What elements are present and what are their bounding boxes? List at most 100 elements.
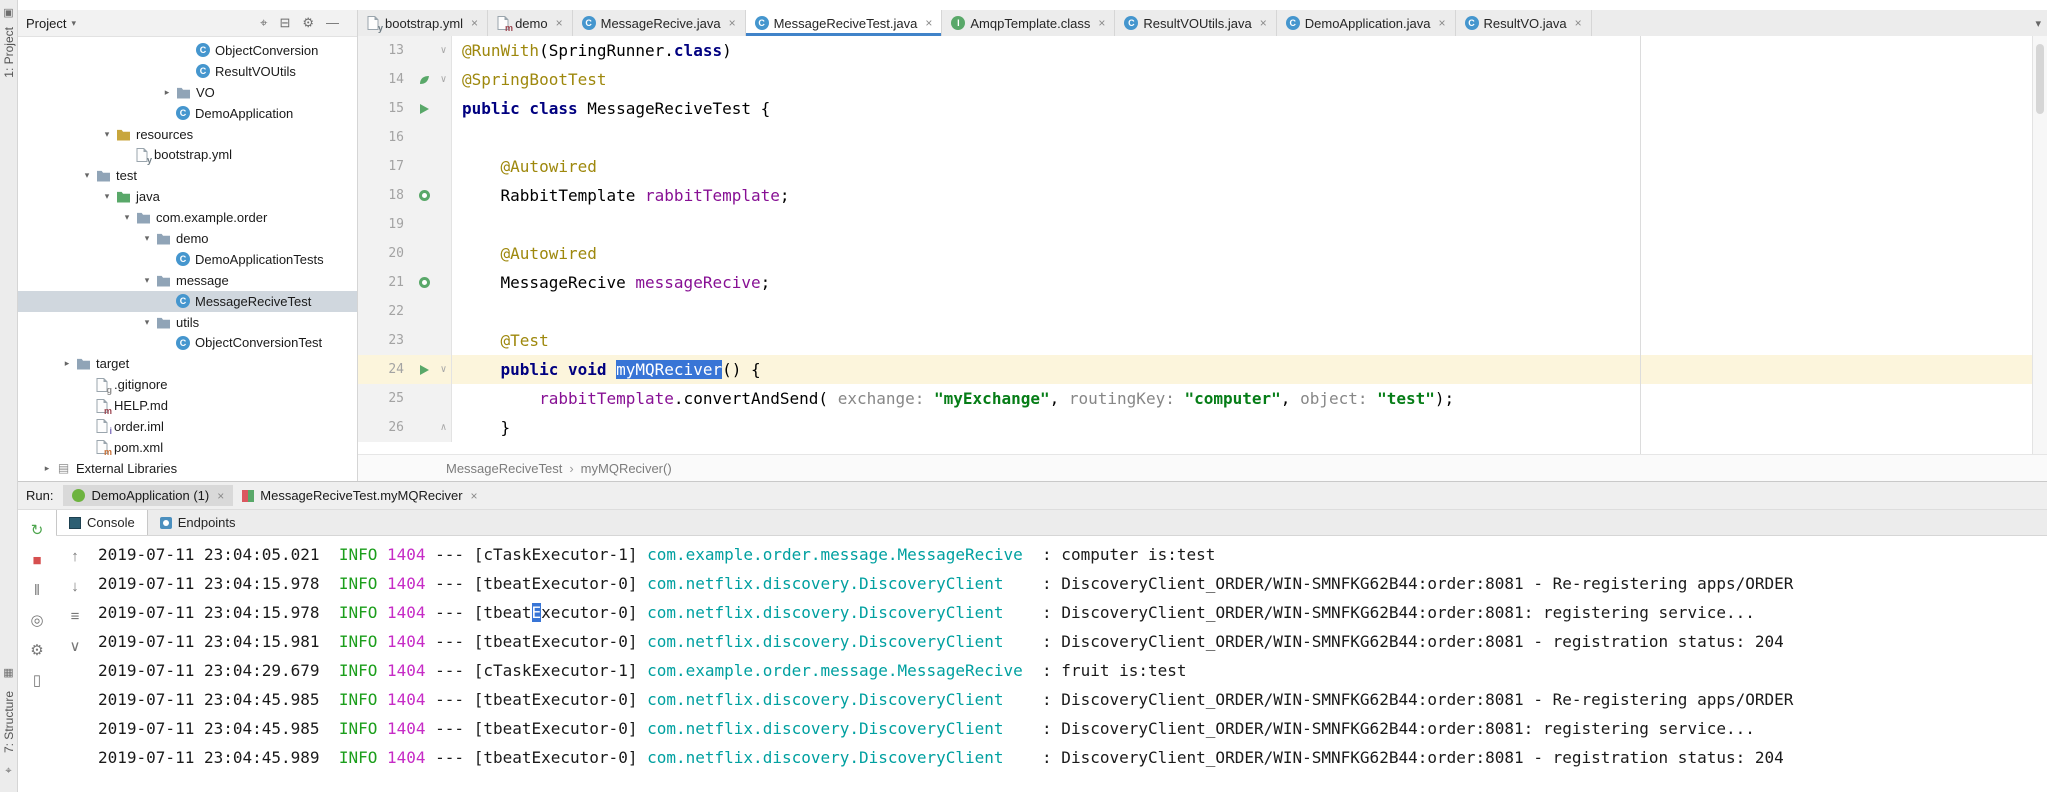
tree-item-demo[interactable]: ▾ demo xyxy=(18,228,357,249)
scrollbar-thumb[interactable] xyxy=(2036,44,2044,114)
close-icon[interactable]: × xyxy=(1260,16,1267,30)
code-line-17[interactable]: 17 @Autowired xyxy=(358,152,2033,181)
settings-gear-icon[interactable]: ⚙ xyxy=(30,635,43,665)
tree-item-help-md[interactable]: m HELP.md xyxy=(18,395,357,416)
tool-window-icon[interactable]: ▣ xyxy=(3,6,13,19)
editor-tab-messagerecivetest-java[interactable]: C MessageReciveTest.java × xyxy=(745,10,943,36)
tree-item-gitignore[interactable]: g .gitignore xyxy=(18,374,357,395)
up-stack-icon[interactable]: ↑ xyxy=(71,541,79,571)
tree-item-objectconversion[interactable]: C ObjectConversion xyxy=(18,40,357,61)
code-line-15[interactable]: 15 public class MessageReciveTest { xyxy=(358,94,2033,123)
editor-tab-resultvo-java[interactable]: C ResultVO.java × xyxy=(1455,10,1592,36)
tree-chevron-icon[interactable]: ▸ xyxy=(38,463,56,474)
scroll-to-end-icon[interactable]: ∨ xyxy=(70,631,81,661)
tree-item-utils[interactable]: ▾ utils xyxy=(18,312,357,333)
tree-chevron-icon[interactable]: ▾ xyxy=(98,191,116,202)
code-editor[interactable]: 13 ∨ @RunWith(SpringRunner.class) 14 ∨ @Sprin… xyxy=(358,36,2033,455)
bean-gutter-icon[interactable] xyxy=(412,181,436,210)
tree-item-resources[interactable]: ▾ resources xyxy=(18,124,357,145)
code-line-22[interactable]: 22 xyxy=(358,297,2033,326)
breadcrumb-method[interactable]: myMQReciver() xyxy=(581,461,672,476)
editor-tab-messagerecive-java[interactable]: C MessageRecive.java × xyxy=(572,10,746,36)
code-line-20[interactable]: 20 @Autowired xyxy=(358,239,2033,268)
close-icon[interactable]: × xyxy=(471,489,478,503)
fold-icon[interactable]: ∨ xyxy=(436,65,452,94)
close-icon[interactable]: × xyxy=(925,16,932,30)
code-line-19[interactable]: 19 xyxy=(358,210,2033,239)
tree-item-pom-xml[interactable]: m pom.xml xyxy=(18,437,357,458)
tree-chevron-icon[interactable]: ▾ xyxy=(138,317,156,328)
hide-panel-icon[interactable]: — xyxy=(326,15,339,31)
close-icon[interactable]: × xyxy=(1098,16,1105,30)
close-icon[interactable]: × xyxy=(1575,16,1582,30)
run-tab-messagerecivetest-mymqreciver[interactable]: MessageReciveTest.myMQReciver × xyxy=(233,485,486,506)
run-tab-demoapplication-1[interactable]: DemoApplication (1) × xyxy=(63,485,234,506)
fold-icon[interactable]: ∨ xyxy=(436,36,452,65)
code-line-13[interactable]: 13 ∨ @RunWith(SpringRunner.class) xyxy=(358,36,2033,65)
code-line-25[interactable]: 25 rabbitTemplate.convertAndSend( exchan… xyxy=(358,384,2033,413)
run-icon[interactable] xyxy=(419,103,429,114)
code-line-21[interactable]: 21 MessageRecive messageRecive; xyxy=(358,268,2033,297)
hidden-tabs-icon[interactable]: ▾ xyxy=(2035,10,2041,36)
code-line-26[interactable]: 26 ∧ } xyxy=(358,413,2033,442)
editor-tab-amqptemplate-class[interactable]: I AmqpTemplate.class × xyxy=(942,10,1116,36)
grid-icon[interactable]: ▦ xyxy=(3,666,13,679)
editor-tab-resultvoutils-java[interactable]: C ResultVOUtils.java × xyxy=(1115,10,1277,36)
tree-item-objectconversiontest[interactable]: C ObjectConversionTest xyxy=(18,332,357,353)
collapse-all-icon[interactable]: ⊟ xyxy=(279,15,290,31)
tree-item-test[interactable]: ▾ test xyxy=(18,165,357,186)
view-tab-endpoints[interactable]: Endpoints xyxy=(148,510,248,535)
locate-file-icon[interactable]: ⌖ xyxy=(260,15,267,31)
leaf-gutter-icon[interactable] xyxy=(412,65,436,94)
editor-tab-demo[interactable]: m demo × xyxy=(488,10,573,36)
run-gutter-icon[interactable] xyxy=(412,355,436,384)
tree-item-external-libraries[interactable]: ▸ ▤ External Libraries xyxy=(18,458,357,479)
tree-item-demoapplicationtests[interactable]: C DemoApplicationTests xyxy=(18,249,357,270)
tree-item-com-example-order[interactable]: ▾ com.example.order xyxy=(18,207,357,228)
fold-icon[interactable]: ∧ xyxy=(436,413,452,442)
tree-item-target[interactable]: ▸ target xyxy=(18,353,357,374)
settings-gear-icon[interactable]: ⚙ xyxy=(302,15,314,31)
pause-output-icon[interactable]: ‖ xyxy=(34,575,40,605)
tree-chevron-icon[interactable]: ▸ xyxy=(158,87,176,98)
editor-tab-bootstrap-yml[interactable]: y bootstrap.yml × xyxy=(358,10,489,36)
spring-bean-icon[interactable] xyxy=(418,190,430,201)
tree-item-demoapplication[interactable]: C DemoApplication xyxy=(18,103,357,124)
run-icon[interactable] xyxy=(419,364,429,375)
spring-bean-icon[interactable] xyxy=(418,277,430,288)
code-line-16[interactable]: 16 xyxy=(358,123,2033,152)
tree-item-messagerecivetest[interactable]: C MessageReciveTest xyxy=(18,290,357,312)
view-tab-console[interactable]: Console xyxy=(56,510,148,535)
tree-chevron-icon[interactable]: ▾ xyxy=(118,212,136,223)
tree-chevron-icon[interactable]: ▾ xyxy=(138,233,156,244)
console-output[interactable]: 2019-07-11 23:04:05.021 INFO 1404 --- [c… xyxy=(94,536,2047,792)
pin-icon[interactable]: ⌖ xyxy=(5,765,11,778)
stop-icon[interactable]: ■ xyxy=(32,545,41,575)
code-line-18[interactable]: 18 RabbitTemplate rabbitTemplate; xyxy=(358,181,2033,210)
editor-tab-demoapplication-java[interactable]: C DemoApplication.java × xyxy=(1276,10,1456,36)
fold-icon[interactable]: ∨ xyxy=(436,355,452,384)
trash-gc-icon[interactable]: ▯ xyxy=(33,665,41,695)
run-gutter-icon[interactable] xyxy=(412,94,436,123)
chevron-down-icon[interactable]: ▾ xyxy=(71,18,76,29)
breadcrumb-class[interactable]: MessageReciveTest xyxy=(446,461,562,476)
close-icon[interactable]: × xyxy=(217,489,224,503)
close-icon[interactable]: × xyxy=(729,16,736,30)
close-icon[interactable]: × xyxy=(1438,16,1445,30)
tree-chevron-icon[interactable]: ▾ xyxy=(138,275,156,286)
tree-item-java[interactable]: ▾ java xyxy=(18,186,357,207)
code-line-14[interactable]: 14 ∨ @SpringBootTest xyxy=(358,65,2033,94)
spring-leaf-icon[interactable] xyxy=(418,74,430,86)
tree-item-vo[interactable]: ▸ VO xyxy=(18,82,357,103)
close-icon[interactable]: × xyxy=(556,16,563,30)
tree-chevron-icon[interactable]: ▾ xyxy=(78,170,96,181)
editor-scrollbar[interactable] xyxy=(2032,36,2047,455)
tree-chevron-icon[interactable]: ▾ xyxy=(98,129,116,140)
close-icon[interactable]: × xyxy=(471,16,478,30)
down-stack-icon[interactable]: ↓ xyxy=(71,571,79,601)
bean-gutter-icon[interactable] xyxy=(412,268,436,297)
activity-bar-project-button[interactable]: 1: Project xyxy=(2,27,16,78)
tree-item-message[interactable]: ▾ message xyxy=(18,270,357,291)
code-line-23[interactable]: 23 @Test xyxy=(358,326,2033,355)
tree-item-resultvoutils[interactable]: C ResultVOUtils xyxy=(18,61,357,82)
